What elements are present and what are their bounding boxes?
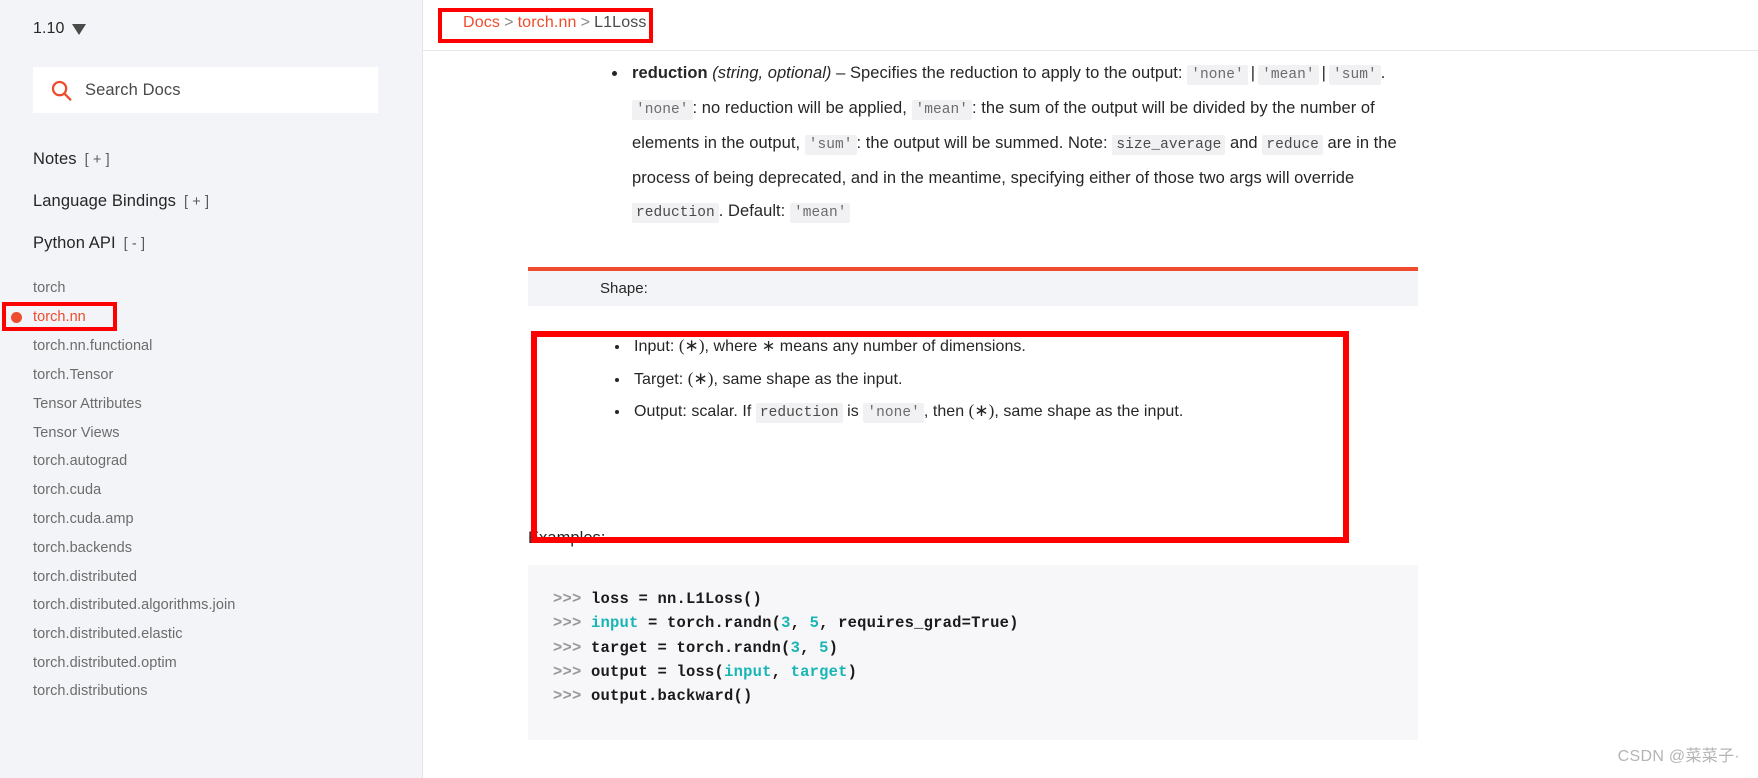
code-token: = torch.randn( — [638, 614, 782, 633]
parameter-type: (string, optional) — [712, 64, 832, 82]
code-example-text: >>> loss = nn.L1Loss() >>> input = torch… — [553, 587, 1418, 708]
parameter-desc-line3b: : the output will be summed. Note: — [856, 134, 1108, 152]
code-literal-sum: 'sum' — [1328, 65, 1381, 85]
code-token: 3 — [790, 638, 801, 657]
code-token: ) — [847, 662, 858, 681]
parameter-item-reduction: reduction (string, optional) – Specifies… — [628, 57, 1589, 230]
parameter-desc-line1: Specifies the reduction to apply to the … — [850, 64, 1183, 82]
code-token: , requires_grad= — [819, 614, 972, 633]
expand-toggle-icon[interactable]: [ + ] — [85, 152, 110, 168]
sidebar-item-torch-backends[interactable]: torch.backends — [33, 540, 132, 556]
code-token: , — [771, 662, 791, 681]
code-prompt: >>> — [553, 590, 582, 608]
sidebar-group-language-bindings[interactable]: Language Bindings [ + ] — [33, 192, 209, 211]
annotation-box-shape — [531, 331, 1349, 543]
code-token: 5 — [809, 614, 820, 633]
parameter-desc-line3a: elements in the output, — [632, 134, 801, 152]
sidebar-item-tensor-views[interactable]: Tensor Views — [33, 425, 120, 441]
code-token: target = torch.randn( — [591, 638, 791, 657]
option-separator: | — [1321, 64, 1326, 82]
code-literal-none-2: 'none' — [632, 100, 693, 120]
search-input[interactable]: Search Docs — [33, 67, 378, 113]
watermark: CSDN @菜菜子· — [1617, 748, 1740, 765]
sidebar-item-torch-nn-functional[interactable]: torch.nn.functional — [33, 338, 152, 354]
search-icon — [51, 80, 72, 101]
parameter-desc-line2a: : no reduction will be applied, — [692, 99, 907, 117]
sidebar-item-torch-tensor[interactable]: torch.Tensor — [33, 367, 113, 383]
sidebar-group-label: Notes — [33, 150, 77, 168]
code-literal-none: 'none' — [1187, 65, 1248, 85]
sidebar-item-torch-distributed-optim[interactable]: torch.distributed.optim — [33, 655, 177, 671]
sidebar-item-torch-distributions[interactable]: torch.distributions — [33, 683, 148, 699]
code-literal-mean-2: 'mean' — [911, 100, 973, 120]
period: . — [1380, 64, 1386, 82]
code-literal-default-mean: 'mean' — [789, 203, 851, 223]
code-literal-reduce: reduce — [1262, 135, 1323, 155]
code-token: True — [971, 614, 1010, 633]
code-token: 3 — [781, 614, 791, 633]
annotation-bullet-icon — [11, 312, 22, 323]
chevron-down-icon — [71, 23, 86, 35]
version-label: 1.10 — [33, 20, 65, 37]
sidebar-item-torch[interactable]: torch — [33, 280, 66, 296]
sidebar-item-torch-distributed-elastic[interactable]: torch.distributed.elastic — [33, 626, 183, 642]
annotation-box-breadcrumb — [438, 8, 653, 43]
sidebar: 1.10 Search Docs Notes [ + ] Language Bin… — [0, 0, 423, 778]
sidebar-item-torch-cuda[interactable]: torch.cuda — [33, 482, 101, 498]
code-token: 5 — [819, 638, 829, 657]
code-prompt: >>> — [553, 662, 582, 681]
parameter-desc-line3c: are in the — [1327, 134, 1397, 152]
sidebar-group-label: Python API — [33, 234, 116, 252]
code-token: ) — [828, 638, 839, 657]
option-separator: | — [1250, 64, 1256, 82]
expand-toggle-icon[interactable]: [ + ] — [184, 194, 209, 210]
sidebar-group-notes[interactable]: Notes [ + ] — [33, 150, 110, 169]
sidebar-item-torch-cuda-amp[interactable]: torch.cuda.amp — [33, 511, 134, 527]
code-token: output = loss( — [591, 662, 725, 681]
sidebar-item-tensor-attributes[interactable]: Tensor Attributes — [33, 396, 142, 412]
code-literal-sum-2: 'sum' — [804, 135, 857, 155]
parameter-desc-line2b: : the sum of the output will be divided … — [972, 99, 1375, 117]
version-selector[interactable]: 1.10 — [33, 20, 86, 38]
code-token: , — [790, 614, 810, 633]
shape-header-title: Shape: — [528, 271, 1418, 306]
sidebar-item-torch-autograd[interactable]: torch.autograd — [33, 453, 127, 469]
code-token: , — [800, 638, 820, 657]
sidebar-item-torch-distributed-algorithms-join[interactable]: torch.distributed.algorithms.join — [33, 597, 235, 613]
app-root: 1.10 Search Docs Notes [ + ] Language Bin… — [0, 0, 1758, 778]
code-example-block: >>> loss = nn.L1Loss() >>> input = torch… — [528, 565, 1418, 740]
code-literal-reduction: reduction — [632, 203, 719, 223]
parameter-list: reduction (string, optional) – Specifies… — [604, 57, 1589, 230]
main-content: reduction (string, optional) – Specifies… — [424, 52, 1758, 778]
code-token: target — [790, 662, 848, 681]
code-token: loss = nn.L1Loss() — [591, 590, 763, 608]
code-literal-mean: 'mean' — [1258, 65, 1319, 85]
sidebar-group-label: Language Bindings — [33, 192, 176, 210]
parameter-name: reduction — [632, 64, 708, 82]
search-placeholder: Search Docs — [85, 80, 181, 99]
code-prompt: >>> — [553, 614, 582, 633]
code-literal-size-average: size_average — [1112, 135, 1226, 155]
code-prompt: >>> — [553, 687, 582, 706]
parameter-description: reduction (string, optional) – Specifies… — [604, 57, 1589, 230]
code-token: output.backward() — [591, 687, 753, 706]
code-token: input — [591, 614, 639, 633]
code-token: ) — [1009, 614, 1019, 633]
and-word: and — [1229, 134, 1258, 152]
code-prompt: >>> — [553, 638, 582, 657]
default-label: . Default: — [718, 202, 786, 220]
parameter-desc-line4: process of being deprecated, and in the … — [632, 169, 1355, 187]
sidebar-group-python-api[interactable]: Python API [ - ] — [33, 234, 145, 253]
parameter-dash: – — [836, 64, 846, 82]
code-token: input — [724, 662, 772, 681]
sidebar-item-torch-distributed[interactable]: torch.distributed — [33, 569, 137, 585]
collapse-toggle-icon[interactable]: [ - ] — [124, 236, 145, 252]
